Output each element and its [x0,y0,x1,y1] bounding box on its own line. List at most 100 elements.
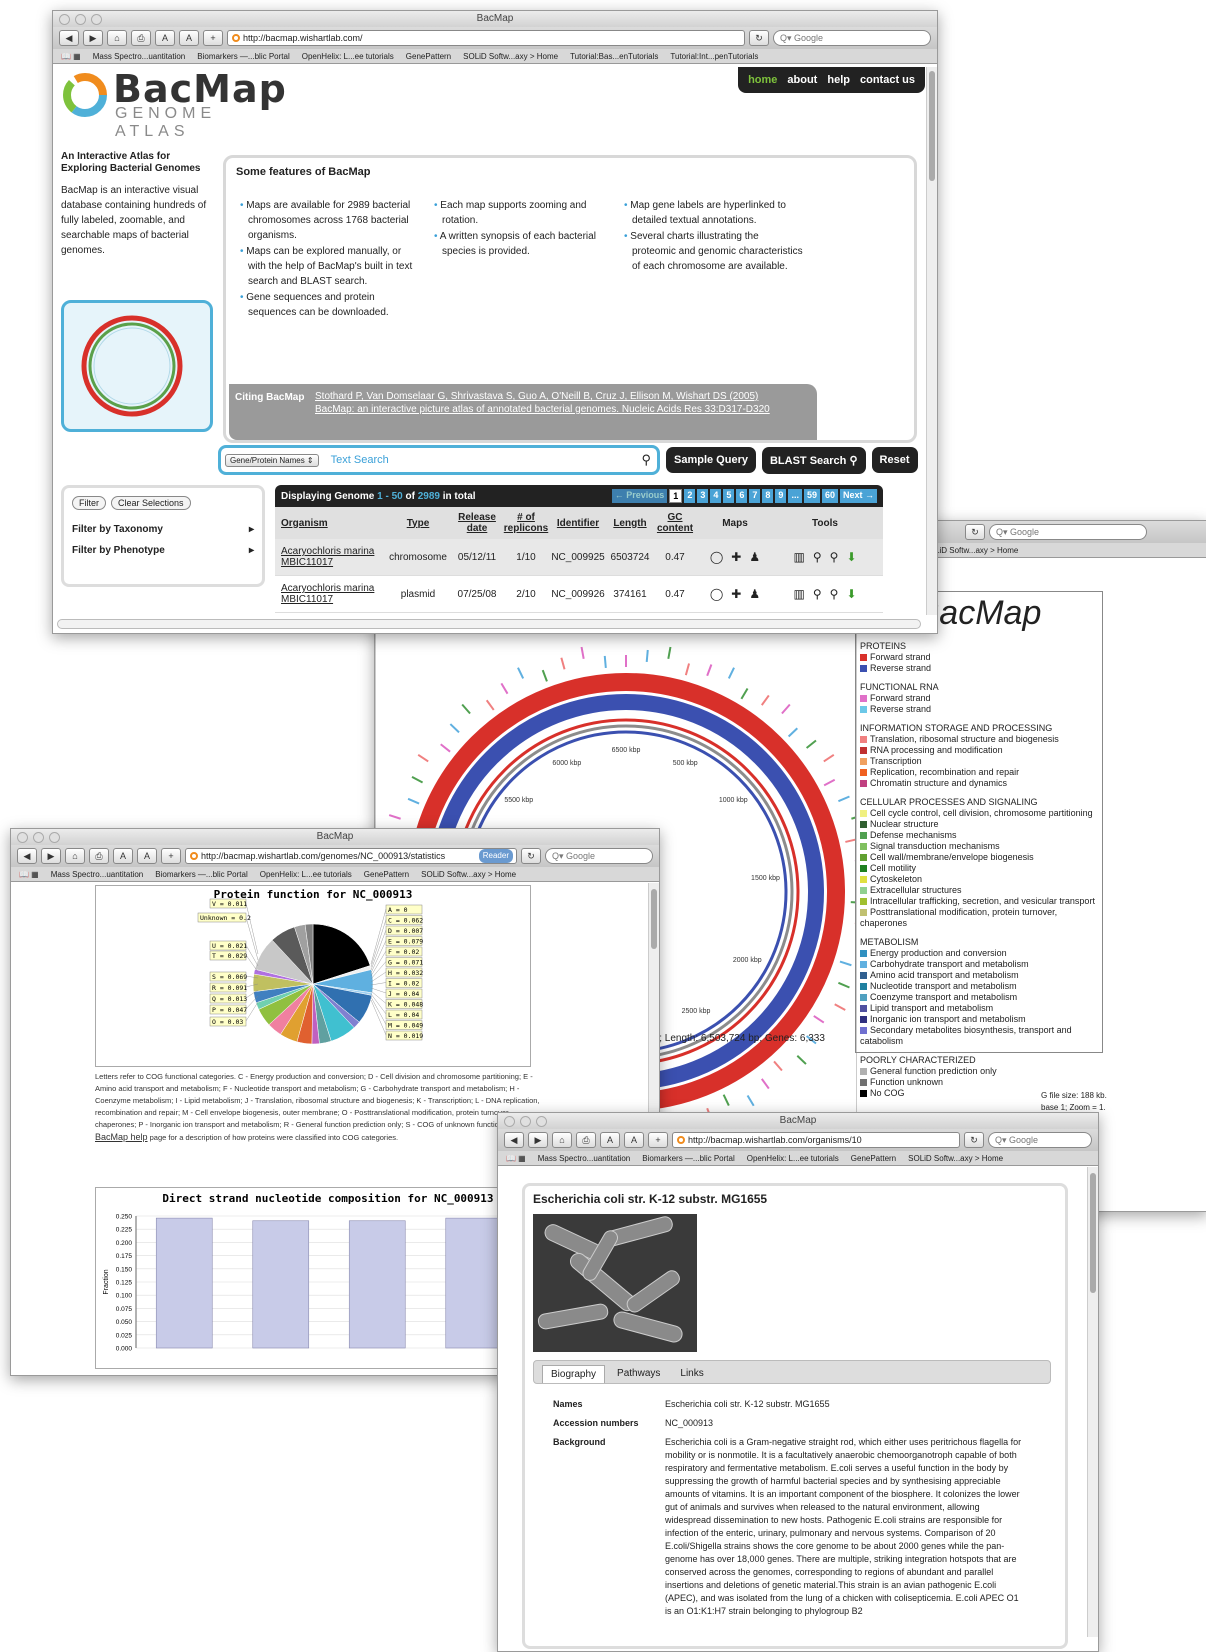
blast-icon[interactable]: ⚲ [813,587,822,601]
table-row[interactable]: Acaryochloris marina MBIC11017 chromosome… [275,539,883,576]
minimize-icon[interactable] [520,1116,531,1127]
url-field[interactable]: http://bacmap.wishartlab.com/genomes/NC_… [185,848,517,864]
chart-icon[interactable]: ▥ [794,587,805,601]
close-icon[interactable] [504,1116,515,1127]
pager-page[interactable]: 9 [775,489,787,503]
home-icon[interactable]: ⌂ [65,848,85,864]
pager-page[interactable]: 60 [821,489,838,503]
print-icon[interactable]: ⎙ [89,848,109,864]
genome-thumbnail[interactable] [61,300,213,432]
pager-previous[interactable]: ← Previous [611,489,668,503]
print-icon[interactable]: ⎙ [131,30,151,46]
pager-page[interactable]: 59 [803,489,820,503]
url-field[interactable]: http://bacmap.wishartlab.com/organisms/1… [672,1132,960,1148]
circular-map-icon[interactable]: ◯ [710,587,723,601]
reset-button[interactable]: Reset [871,447,918,473]
text-larger-button[interactable]: A [624,1132,644,1148]
column-header[interactable]: Tools [773,518,877,529]
horizontal-scrollbar[interactable] [57,619,921,629]
bookmark-link[interactable]: SOLiD Softw...axy > Home [421,870,516,879]
zoom-icon[interactable] [49,832,60,843]
nav-about[interactable]: about [787,74,817,86]
text-larger-button[interactable]: A [179,30,199,46]
column-header[interactable]: Type [385,518,451,529]
table-row[interactable]: Acaryochloris marina MBIC11017 plasmid 07/… [275,576,883,613]
bookmark-link[interactable]: Tutorial:Bas...enTutorials [570,52,658,61]
nav-help[interactable]: help [827,74,850,86]
bookmark-link[interactable]: OpenHelix: L...ee tutorials [747,1154,839,1163]
person-icon[interactable]: ♟ [749,587,760,601]
column-header[interactable]: Maps [697,518,773,529]
organism-link[interactable]: Acaryochloris marina MBIC11017 [275,546,385,568]
citation-link[interactable]: Stothard P, Van Domselaar G, Shrivastava… [315,390,785,416]
bookmark-link[interactable]: OpenHelix: L...ee tutorials [260,870,352,879]
bookmark-link[interactable]: Tutorial:Int...penTutorials [670,52,758,61]
close-icon[interactable] [17,832,28,843]
google-search-field[interactable]: Q▾ Google [773,30,931,46]
filter-taxonomy[interactable]: Filter by Taxonomy ▸ [72,524,254,535]
add-bookmark-icon[interactable]: + [203,30,223,46]
column-header[interactable]: Organism [275,518,385,529]
person-icon[interactable]: ♟ [749,550,760,564]
minimize-icon[interactable] [75,14,86,25]
forward-icon[interactable]: ▶ [41,848,61,864]
blast-icon[interactable]: ⚲ [813,550,822,564]
bookmark-link[interactable]: LiD Softw...axy > Home [935,546,1018,555]
bacmap-logo[interactable]: BacMap GENOME ATLAS [61,67,291,140]
home-icon[interactable]: ⌂ [552,1132,572,1148]
pager-page[interactable]: 8 [762,489,774,503]
pager-page[interactable]: 2 [684,489,696,503]
column-header[interactable]: Identifier [549,518,607,529]
tab-biography[interactable]: Biography [542,1365,606,1383]
bookmark-link[interactable]: Biomarkers —...blic Portal [155,870,247,879]
filter-button[interactable]: Filter [72,496,106,510]
reload-button[interactable]: ↻ [965,524,985,540]
back-icon[interactable]: ◀ [504,1132,524,1148]
bacteria-photo[interactable] [533,1214,697,1352]
bookmarks-icon[interactable]: 📖 ▦ [506,1154,526,1163]
url-field[interactable]: http://bacmap.wishartlab.com/ [227,30,745,46]
text-smaller-button[interactable]: A [600,1132,620,1148]
text-smaller-button[interactable]: A [155,30,175,46]
reload-icon[interactable]: ↻ [521,848,541,864]
tab-links[interactable]: Links [672,1365,711,1383]
search-type-select[interactable]: Gene/Protein Names ⇕ [225,453,319,467]
home-icon[interactable]: ⌂ [107,30,127,46]
pager-page[interactable]: 7 [749,489,761,503]
reload-icon[interactable]: ↻ [964,1132,984,1148]
column-header[interactable]: GC content [653,512,697,534]
chart-icon[interactable]: ▥ [794,550,805,564]
sample-query-button[interactable]: Sample Query [666,447,756,473]
bookmark-link[interactable]: OpenHelix: L...ee tutorials [302,52,394,61]
bookmark-link[interactable]: Mass Spectro...uantitation [51,870,144,879]
column-header[interactable]: # of replicons [503,512,549,534]
bookmark-link[interactable]: GenePattern [364,870,409,879]
tab-pathways[interactable]: Pathways [609,1365,668,1383]
bookmark-link[interactable]: GenePattern [406,52,451,61]
vertical-scrollbar[interactable] [926,67,937,615]
add-bookmark-icon[interactable]: + [161,848,181,864]
bookmark-link[interactable]: Mass Spectro...uantitation [538,1154,631,1163]
bookmark-link[interactable]: SOLiD Softw...axy > Home [463,52,558,61]
forward-icon[interactable]: ▶ [83,30,103,46]
pager-page[interactable]: 1 [669,489,683,503]
google-search-field[interactable]: Q▾ Google [545,848,653,864]
bookmarks-icon[interactable]: 📖 ▦ [61,52,81,61]
minimize-icon[interactable] [33,832,44,843]
back-icon[interactable]: ◀ [59,30,79,46]
pager-page[interactable]: 4 [710,489,722,503]
nav-contact[interactable]: contact us [860,74,915,86]
google-search-field[interactable]: Q▾ Google [989,524,1147,540]
clear-selections-button[interactable]: Clear Selections [111,496,191,510]
blast-search-button[interactable]: BLAST Search ⚲ [761,446,866,474]
bookmark-link[interactable]: GenePattern [851,1154,896,1163]
magnifier-icon[interactable]: ⚲ [641,452,651,468]
nav-home[interactable]: home [748,74,777,86]
column-header[interactable]: Length [607,518,653,529]
print-icon[interactable]: ⎙ [576,1132,596,1148]
add-bookmark-icon[interactable]: + [648,1132,668,1148]
search-input[interactable]: Text Search [331,454,630,466]
bookmark-link[interactable]: Mass Spectro...uantitation [93,52,186,61]
pager-page[interactable]: 3 [697,489,709,503]
google-search-field[interactable]: Q▾ Google [988,1132,1092,1148]
